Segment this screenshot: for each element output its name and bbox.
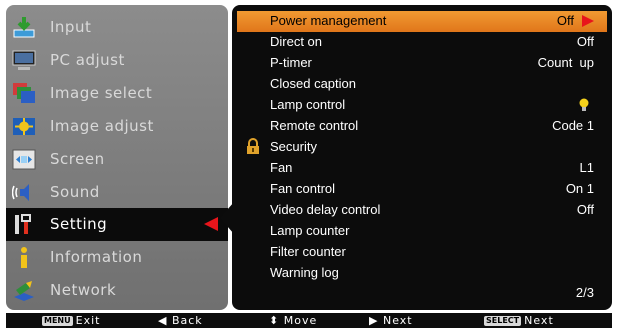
move-hint-label: Move <box>283 314 318 327</box>
screen-icon <box>12 148 36 171</box>
up-down-arrow-icon: ⬍ <box>269 314 284 327</box>
menu-item-image-adjust[interactable]: Image adjust <box>6 110 228 143</box>
exit-hint: MENU Exit <box>42 313 100 328</box>
setting-label: Video delay control <box>270 202 381 217</box>
setting-row-security[interactable]: Security <box>232 137 612 158</box>
setting-row-remote-control[interactable]: Remote control Code 1 <box>232 116 612 137</box>
footer-hint-bar: MENU Exit ◀ Back ⬍ Move ▶ Next SELECT Next <box>6 313 612 328</box>
setting-label: Filter counter <box>270 244 346 259</box>
menu-item-label: Setting <box>50 215 108 233</box>
setting-row-p-timer[interactable]: P-timer Count up <box>232 53 612 74</box>
menu-item-pc-adjust[interactable]: PC adjust <box>6 44 228 77</box>
setting-row-fan-control[interactable]: Fan control On 1 <box>232 179 612 200</box>
selected-arrow-icon <box>204 217 218 231</box>
next-arrow-icon: ▶ <box>369 314 383 327</box>
setting-label: Lamp control <box>270 97 346 112</box>
setting-icon <box>12 213 36 236</box>
next-hint-label: Next <box>382 314 413 327</box>
setting-value: Off <box>556 13 574 28</box>
setting-submenu: Power management Off Direct on Off P-tim… <box>232 5 612 310</box>
setting-label: Security <box>270 139 317 154</box>
input-icon <box>12 16 36 39</box>
setting-label: Fan <box>270 160 293 175</box>
menu-item-screen[interactable]: Screen <box>6 143 228 176</box>
setting-row-fan[interactable]: Fan L1 <box>232 158 612 179</box>
setting-row-warning-log[interactable]: Warning log <box>232 263 612 284</box>
right-arrow-icon[interactable] <box>582 15 594 27</box>
setting-label: P-timer <box>270 55 312 70</box>
setting-value: Off <box>576 34 594 49</box>
exit-hint-label: Exit <box>75 314 101 327</box>
menu-item-information[interactable]: Information <box>6 241 228 274</box>
menu-item-setting[interactable]: Setting <box>6 208 228 241</box>
menu-item-network[interactable]: Network <box>6 274 228 307</box>
information-icon <box>12 246 36 269</box>
setting-value: L1 <box>579 160 594 175</box>
back-arrow-icon: ◀ <box>158 314 172 327</box>
setting-row-video-delay-control[interactable]: Video delay control Off <box>232 200 612 221</box>
setting-value: Code 1 <box>552 118 594 133</box>
menu-item-label: Sound <box>50 183 100 201</box>
move-hint: ⬍ Move <box>269 313 317 328</box>
setting-value: Off <box>576 202 594 217</box>
setting-label: Direct on <box>270 34 323 49</box>
menu-item-sound[interactable]: Sound <box>6 176 228 209</box>
sound-icon <box>11 181 36 204</box>
page-indicator: 2/3 <box>575 285 594 300</box>
pc-adjust-icon <box>12 49 36 72</box>
setting-value: Count up <box>537 55 594 70</box>
back-hint: ◀ Back <box>158 313 203 328</box>
back-hint-label: Back <box>171 314 203 327</box>
setting-label: Closed caption <box>270 76 356 91</box>
menu-item-label: Screen <box>50 150 105 168</box>
setting-label: Warning log <box>270 265 339 280</box>
select-key-icon: SELECT <box>484 316 522 326</box>
lock-icon <box>245 138 261 159</box>
lamp-icon <box>578 98 590 115</box>
image-adjust-icon <box>12 115 36 138</box>
select-hint-label: Next <box>524 314 554 327</box>
setting-row-closed-caption[interactable]: Closed caption <box>232 74 612 95</box>
menu-item-label: Image select <box>50 84 153 102</box>
setting-label: Power management <box>270 13 387 28</box>
image-select-icon <box>12 82 36 105</box>
setting-row-lamp-control[interactable]: Lamp control <box>232 95 612 116</box>
menu-item-label: Information <box>50 248 143 266</box>
menu-item-label: Image adjust <box>50 117 154 135</box>
next-hint: ▶ Next <box>369 313 413 328</box>
menu-item-label: Input <box>50 18 92 36</box>
select-hint: SELECT Next <box>484 313 554 328</box>
network-icon <box>12 279 36 302</box>
setting-row-direct-on[interactable]: Direct on Off <box>232 32 612 53</box>
main-menu: Input PC adjust Image select Image adjus… <box>6 5 228 310</box>
menu-item-label: PC adjust <box>50 51 125 69</box>
setting-row-lamp-counter[interactable]: Lamp counter <box>232 221 612 242</box>
menu-item-label: Network <box>50 281 117 299</box>
setting-value: On 1 <box>565 181 594 196</box>
setting-label: Remote control <box>270 118 359 133</box>
setting-label: Lamp counter <box>270 223 350 238</box>
setting-row-power-management[interactable]: Power management Off <box>237 11 607 32</box>
setting-label: Fan control <box>270 181 336 196</box>
menu-key-icon: MENU <box>42 316 73 326</box>
menu-item-input[interactable]: Input <box>6 11 228 44</box>
setting-row-filter-counter[interactable]: Filter counter <box>232 242 612 263</box>
menu-item-image-select[interactable]: Image select <box>6 77 228 110</box>
